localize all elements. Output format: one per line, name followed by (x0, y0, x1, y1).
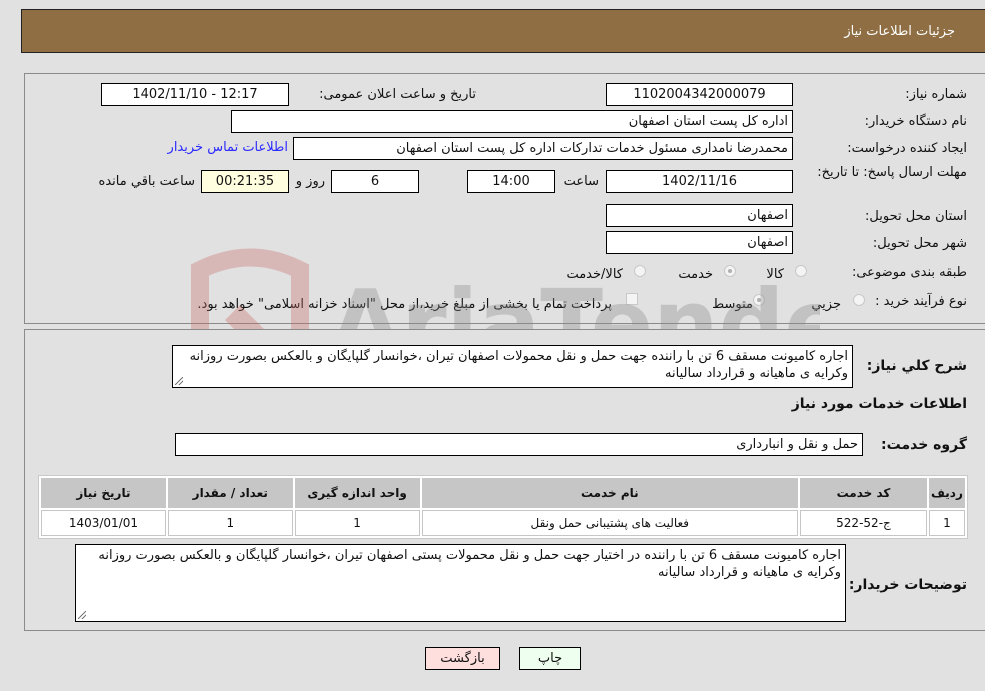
treasury-checkbox[interactable] (626, 293, 638, 305)
col-unit: واحد اندازه گیری (294, 478, 420, 508)
days-remaining-field: 6 (331, 170, 419, 193)
province-label: استان محل تحویل: (865, 209, 967, 224)
deadline-date-field: 1402/11/16 (606, 170, 793, 193)
col-row-number: ردیف (928, 478, 965, 508)
process-radio-medium[interactable] (753, 294, 765, 306)
description-label: شرح کلي نیاز: (866, 358, 967, 374)
table-row: 1 ج-52-522 فعالیت های پشتیبانی حمل ونقل … (41, 510, 965, 536)
buyer-notes-label: توضیحات خریدار: (848, 577, 967, 593)
cell-need-date: 1403/01/01 (41, 510, 166, 536)
col-service-name: نام خدمت (421, 478, 799, 508)
deadline-time-label: ساعت (563, 174, 599, 189)
process-option-minor: جزيي (811, 297, 841, 312)
back-button[interactable]: بازگشت (425, 647, 500, 670)
time-remaining-label: ساعت باقي مانده (98, 174, 195, 189)
category-radio-service[interactable] (724, 265, 736, 277)
page-header: جزئیات اطلاعات نیاز (21, 9, 985, 53)
cell-service-name: فعالیت های پشتیبانی حمل ونقل (421, 510, 799, 536)
deadline-time-field: 14:00 (467, 170, 555, 193)
province-field: اصفهان (606, 204, 793, 227)
cell-quantity: 1 (167, 510, 293, 536)
cell-service-code: ج-52-522 (800, 510, 927, 536)
cell-row-number: 1 (928, 510, 965, 536)
need-number-label: شماره نیاز: (905, 87, 967, 102)
treasury-note: پرداخت تمام یا بخشی از مبلغ خرید،از محل … (197, 297, 612, 312)
resize-grip-icon[interactable] (78, 611, 86, 619)
category-option-service: خدمت (678, 267, 713, 282)
category-label: طبقه بندی موضوعی: (851, 265, 967, 280)
services-table: ردیف کد خدمت نام خدمت واحد اندازه گیری ت… (38, 475, 968, 539)
process-label: نوع فرآیند خرید : (875, 294, 967, 309)
buyer-notes-textarea[interactable]: اجاره کامیونت مسقف 6 تن با راننده در اخت… (75, 544, 846, 622)
announce-datetime-field: 1402/11/10 - 12:17 (101, 83, 289, 106)
buyer-org-field: اداره کل پست استان اصفهان (231, 110, 793, 133)
city-label: شهر محل تحویل: (872, 236, 967, 251)
cell-unit: 1 (294, 510, 420, 536)
table-header-row: ردیف کد خدمت نام خدمت واحد اندازه گیری ت… (41, 478, 965, 508)
buyer-notes-text: اجاره کامیونت مسقف 6 تن با راننده در اخت… (98, 548, 841, 580)
print-button[interactable]: چاپ (519, 647, 581, 670)
buyer-contact-link[interactable]: اطلاعات تماس خریدار (168, 140, 288, 155)
city-field: اصفهان (606, 231, 793, 254)
service-group-field: حمل و نقل و انبارداری (175, 433, 863, 456)
time-remaining-field: 00:21:35 (201, 170, 289, 193)
creator-field: محمدرضا نامداری مسئول خدمات تدارکات ادار… (293, 137, 793, 160)
days-label: روز و (295, 174, 325, 189)
category-option-goods-service: کالا/خدمت (566, 267, 623, 282)
resize-grip-icon[interactable] (175, 377, 183, 385)
col-service-code: کد خدمت (800, 478, 927, 508)
buyer-org-label: نام دستگاه خریدار: (864, 114, 967, 129)
page-title: جزئیات اطلاعات نیاز (844, 24, 955, 39)
description-textarea[interactable]: اجاره کامیونت مسقف 6 تن با راننده جهت حم… (172, 345, 853, 388)
col-quantity: تعداد / مقدار (167, 478, 293, 508)
process-radio-minor[interactable] (853, 294, 865, 306)
need-number-field: 1102004342000079 (606, 83, 793, 106)
service-group-label: گروه خدمت: (881, 437, 967, 453)
announce-label: تاریخ و ساعت اعلان عمومی: (319, 87, 476, 102)
category-radio-goods[interactable] (795, 265, 807, 277)
deadline-label: مهلت ارسال پاسخ: تا تاریخ: (817, 165, 967, 180)
description-text: اجاره کامیونت مسقف 6 تن با راننده جهت حم… (189, 349, 848, 381)
category-option-goods: کالا (766, 267, 784, 282)
services-section-title: اطلاعات خدمات مورد نیاز (791, 396, 967, 412)
col-need-date: تاریخ نیاز (41, 478, 166, 508)
process-option-medium: متوسط (712, 297, 753, 312)
category-radio-goods-service[interactable] (634, 265, 646, 277)
creator-label: ایجاد کننده درخواست: (847, 141, 967, 156)
